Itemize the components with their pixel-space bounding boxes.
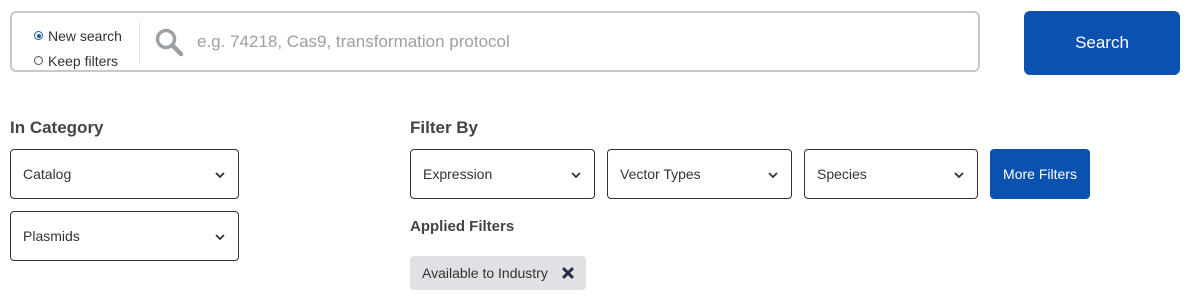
chip-label: Available to Industry — [422, 265, 548, 281]
chevron-down-icon — [215, 172, 225, 179]
expression-select[interactable]: Expression — [410, 149, 595, 199]
radio-new-search[interactable]: New search — [34, 23, 122, 48]
radio-label-new-search: New search — [48, 27, 122, 44]
search-box: New search Keep filters — [10, 11, 980, 72]
expression-select-label: Expression — [423, 166, 493, 182]
radio-button-checked[interactable] — [34, 31, 43, 40]
applied-filter-chip: Available to Industry — [410, 256, 586, 290]
type-select-value: Plasmids — [23, 228, 80, 244]
species-select-label: Species — [817, 166, 867, 182]
chevron-down-icon — [571, 172, 581, 179]
category-select-value: Catalog — [23, 166, 72, 182]
vector-types-select-label: Vector Types — [620, 166, 701, 182]
applied-filters-heading: Applied Filters — [410, 218, 515, 235]
chevron-down-icon — [215, 234, 225, 241]
species-select[interactable]: Species — [804, 149, 978, 199]
in-category-heading: In Category — [10, 118, 104, 137]
chevron-down-icon — [768, 172, 778, 179]
divider — [139, 21, 140, 64]
type-select[interactable]: Plasmids — [10, 211, 239, 261]
radio-label-keep-filters: Keep filters — [48, 52, 119, 69]
chevron-down-icon — [954, 172, 964, 179]
vector-types-select[interactable]: Vector Types — [607, 149, 792, 199]
search-input[interactable] — [197, 25, 957, 59]
search-button[interactable]: Search — [1024, 11, 1180, 75]
radio-button[interactable] — [34, 56, 43, 65]
category-select[interactable]: Catalog — [10, 149, 239, 199]
more-filters-button[interactable]: More Filters — [990, 149, 1090, 199]
radio-keep-filters[interactable]: Keep filters — [34, 48, 122, 73]
search-icon — [155, 28, 184, 57]
filter-by-heading: Filter By — [410, 118, 479, 137]
search-mode-group: New search Keep filters — [34, 23, 122, 73]
close-icon[interactable] — [562, 267, 574, 279]
